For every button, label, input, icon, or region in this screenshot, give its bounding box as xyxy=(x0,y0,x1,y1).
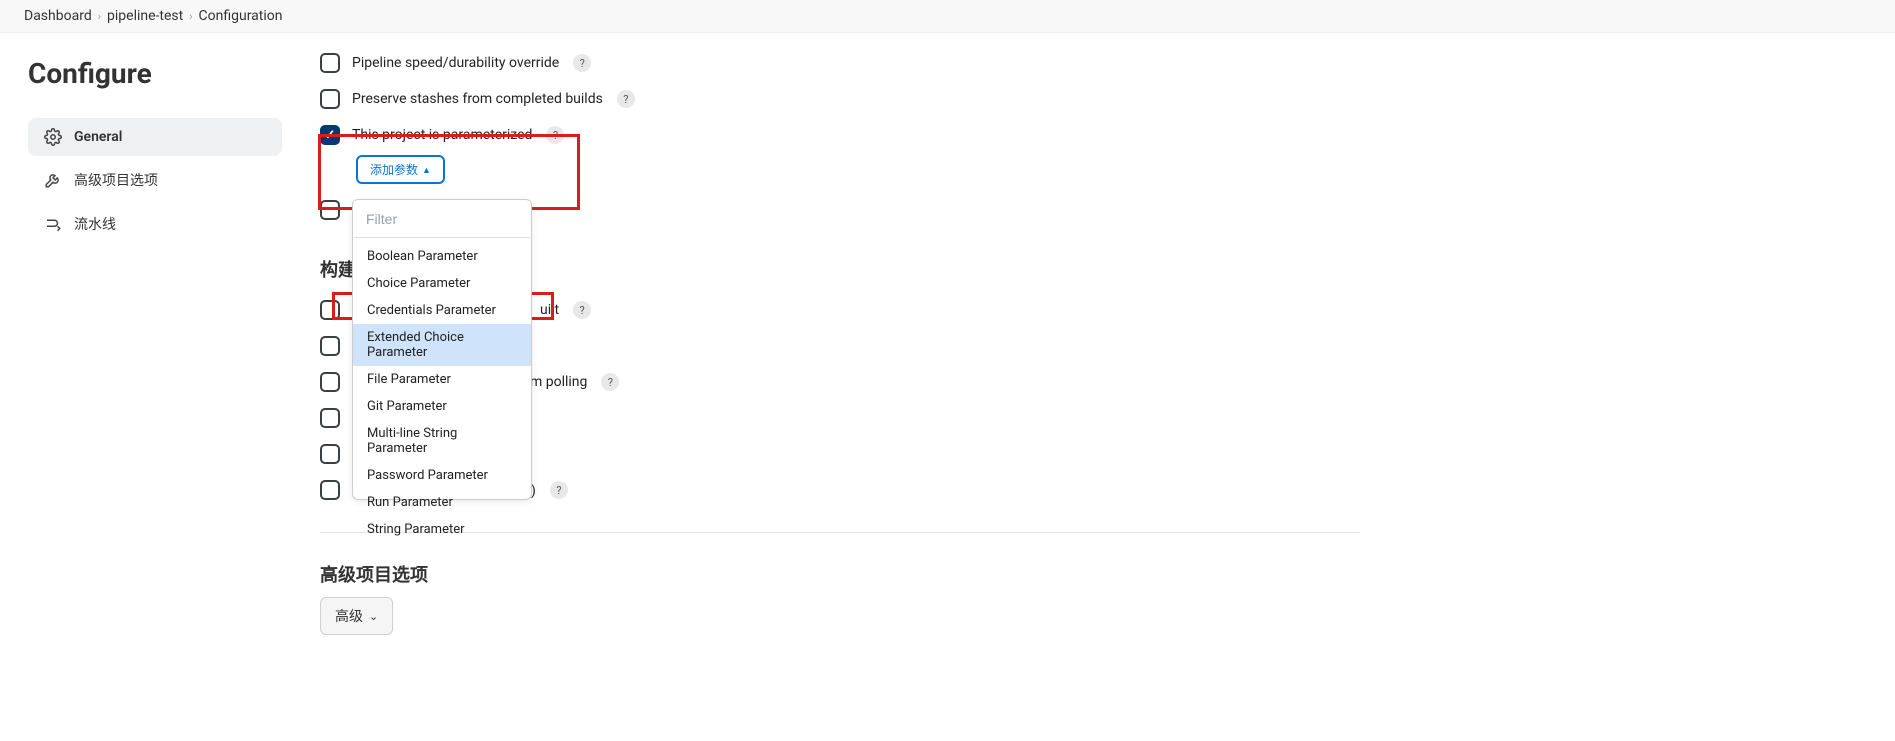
breadcrumb: Dashboard › pipeline-test › Configuratio… xyxy=(0,0,1895,33)
help-icon[interactable]: ? xyxy=(573,54,591,72)
option-label: Preserve stashes from completed builds xyxy=(352,91,603,107)
gear-icon xyxy=(44,128,62,146)
help-icon[interactable]: ? xyxy=(546,126,564,144)
dropdown-list: Boolean ParameterChoice ParameterCredent… xyxy=(353,239,531,499)
breadcrumb-item-project[interactable]: pipeline-test xyxy=(107,8,183,24)
add-parameter-label: 添加参数 xyxy=(370,161,418,178)
sidebar-item-label: General xyxy=(74,129,122,145)
chevron-down-icon: ⌄ xyxy=(369,610,378,623)
chevron-right-icon: › xyxy=(98,10,101,23)
checkbox-quiet[interactable] xyxy=(320,444,340,464)
dropdown-item[interactable]: File Parameter xyxy=(353,366,531,393)
wrench-icon xyxy=(44,171,62,189)
sidebar-item-advanced[interactable]: 高级项目选项 xyxy=(28,160,282,200)
checkbox-parameterized[interactable] xyxy=(320,125,340,145)
sidebar-item-label: 流水线 xyxy=(74,214,116,234)
checkbox[interactable] xyxy=(320,200,340,220)
option-label: This project is parameterized xyxy=(352,127,532,143)
checkbox-preserve-stashes[interactable] xyxy=(320,89,340,109)
caret-up-icon: ▲ xyxy=(422,165,431,175)
section-advanced-title: 高级项目选项 xyxy=(320,561,1360,587)
parameter-dropdown: Boolean ParameterChoice ParameterCredent… xyxy=(352,199,532,500)
sidebar-item-pipeline[interactable]: 流水线 xyxy=(28,204,282,244)
checkbox-speed-override[interactable] xyxy=(320,53,340,73)
option-parameterized: This project is parameterized ? xyxy=(320,117,1360,153)
dropdown-item[interactable]: Choice Parameter xyxy=(353,270,531,297)
checkbox[interactable] xyxy=(320,336,340,356)
page-title: Configure xyxy=(28,57,282,90)
sidebar-item-label: 高级项目选项 xyxy=(74,170,158,190)
dropdown-item[interactable]: Multi-line String Parameter xyxy=(353,420,531,462)
dropdown-item[interactable]: Credentials Parameter xyxy=(353,297,531,324)
breadcrumb-item-dashboard[interactable]: Dashboard xyxy=(24,8,92,24)
option-label: Pipeline speed/durability override xyxy=(352,55,559,71)
chevron-right-icon: › xyxy=(189,10,192,23)
help-icon[interactable]: ? xyxy=(550,481,568,499)
option-label-partial: m polling xyxy=(530,374,587,390)
pipeline-icon xyxy=(44,215,62,233)
dropdown-filter-input[interactable] xyxy=(354,201,530,238)
dropdown-item[interactable]: Git Parameter xyxy=(353,393,531,420)
option-preserve-stashes: Preserve stashes from completed builds ? xyxy=(320,81,1360,117)
help-icon[interactable]: ? xyxy=(573,301,591,319)
side-nav: General 高级项目选项 流水线 xyxy=(28,118,282,244)
sidebar-item-general[interactable]: General xyxy=(28,118,282,156)
help-icon[interactable]: ? xyxy=(601,373,619,391)
breadcrumb-item-configuration[interactable]: Configuration xyxy=(199,8,283,24)
sidebar: Configure General 高级项目选项 流水线 xyxy=(0,33,300,675)
checkbox-remote-trigger[interactable] xyxy=(320,480,340,500)
option-label-partial: uilt xyxy=(540,302,559,318)
checkbox[interactable] xyxy=(320,372,340,392)
dropdown-item[interactable]: Run Parameter xyxy=(353,489,531,516)
dropdown-item[interactable]: Boolean Parameter xyxy=(353,243,531,270)
dropdown-item[interactable]: Extended Choice Parameter xyxy=(353,324,531,366)
dropdown-item[interactable]: String Parameter xyxy=(353,516,531,543)
option-speed-override: Pipeline speed/durability override ? xyxy=(320,45,1360,81)
dropdown-item[interactable]: Password Parameter xyxy=(353,462,531,489)
help-icon[interactable]: ? xyxy=(617,90,635,108)
checkbox[interactable] xyxy=(320,300,340,320)
advanced-button-label: 高级 xyxy=(335,606,363,626)
checkbox[interactable] xyxy=(320,408,340,428)
add-parameter-wrap: 添加参数 ▲ xyxy=(356,155,1360,184)
add-parameter-button[interactable]: 添加参数 ▲ xyxy=(356,155,445,184)
advanced-button[interactable]: 高级 ⌄ xyxy=(320,597,393,635)
